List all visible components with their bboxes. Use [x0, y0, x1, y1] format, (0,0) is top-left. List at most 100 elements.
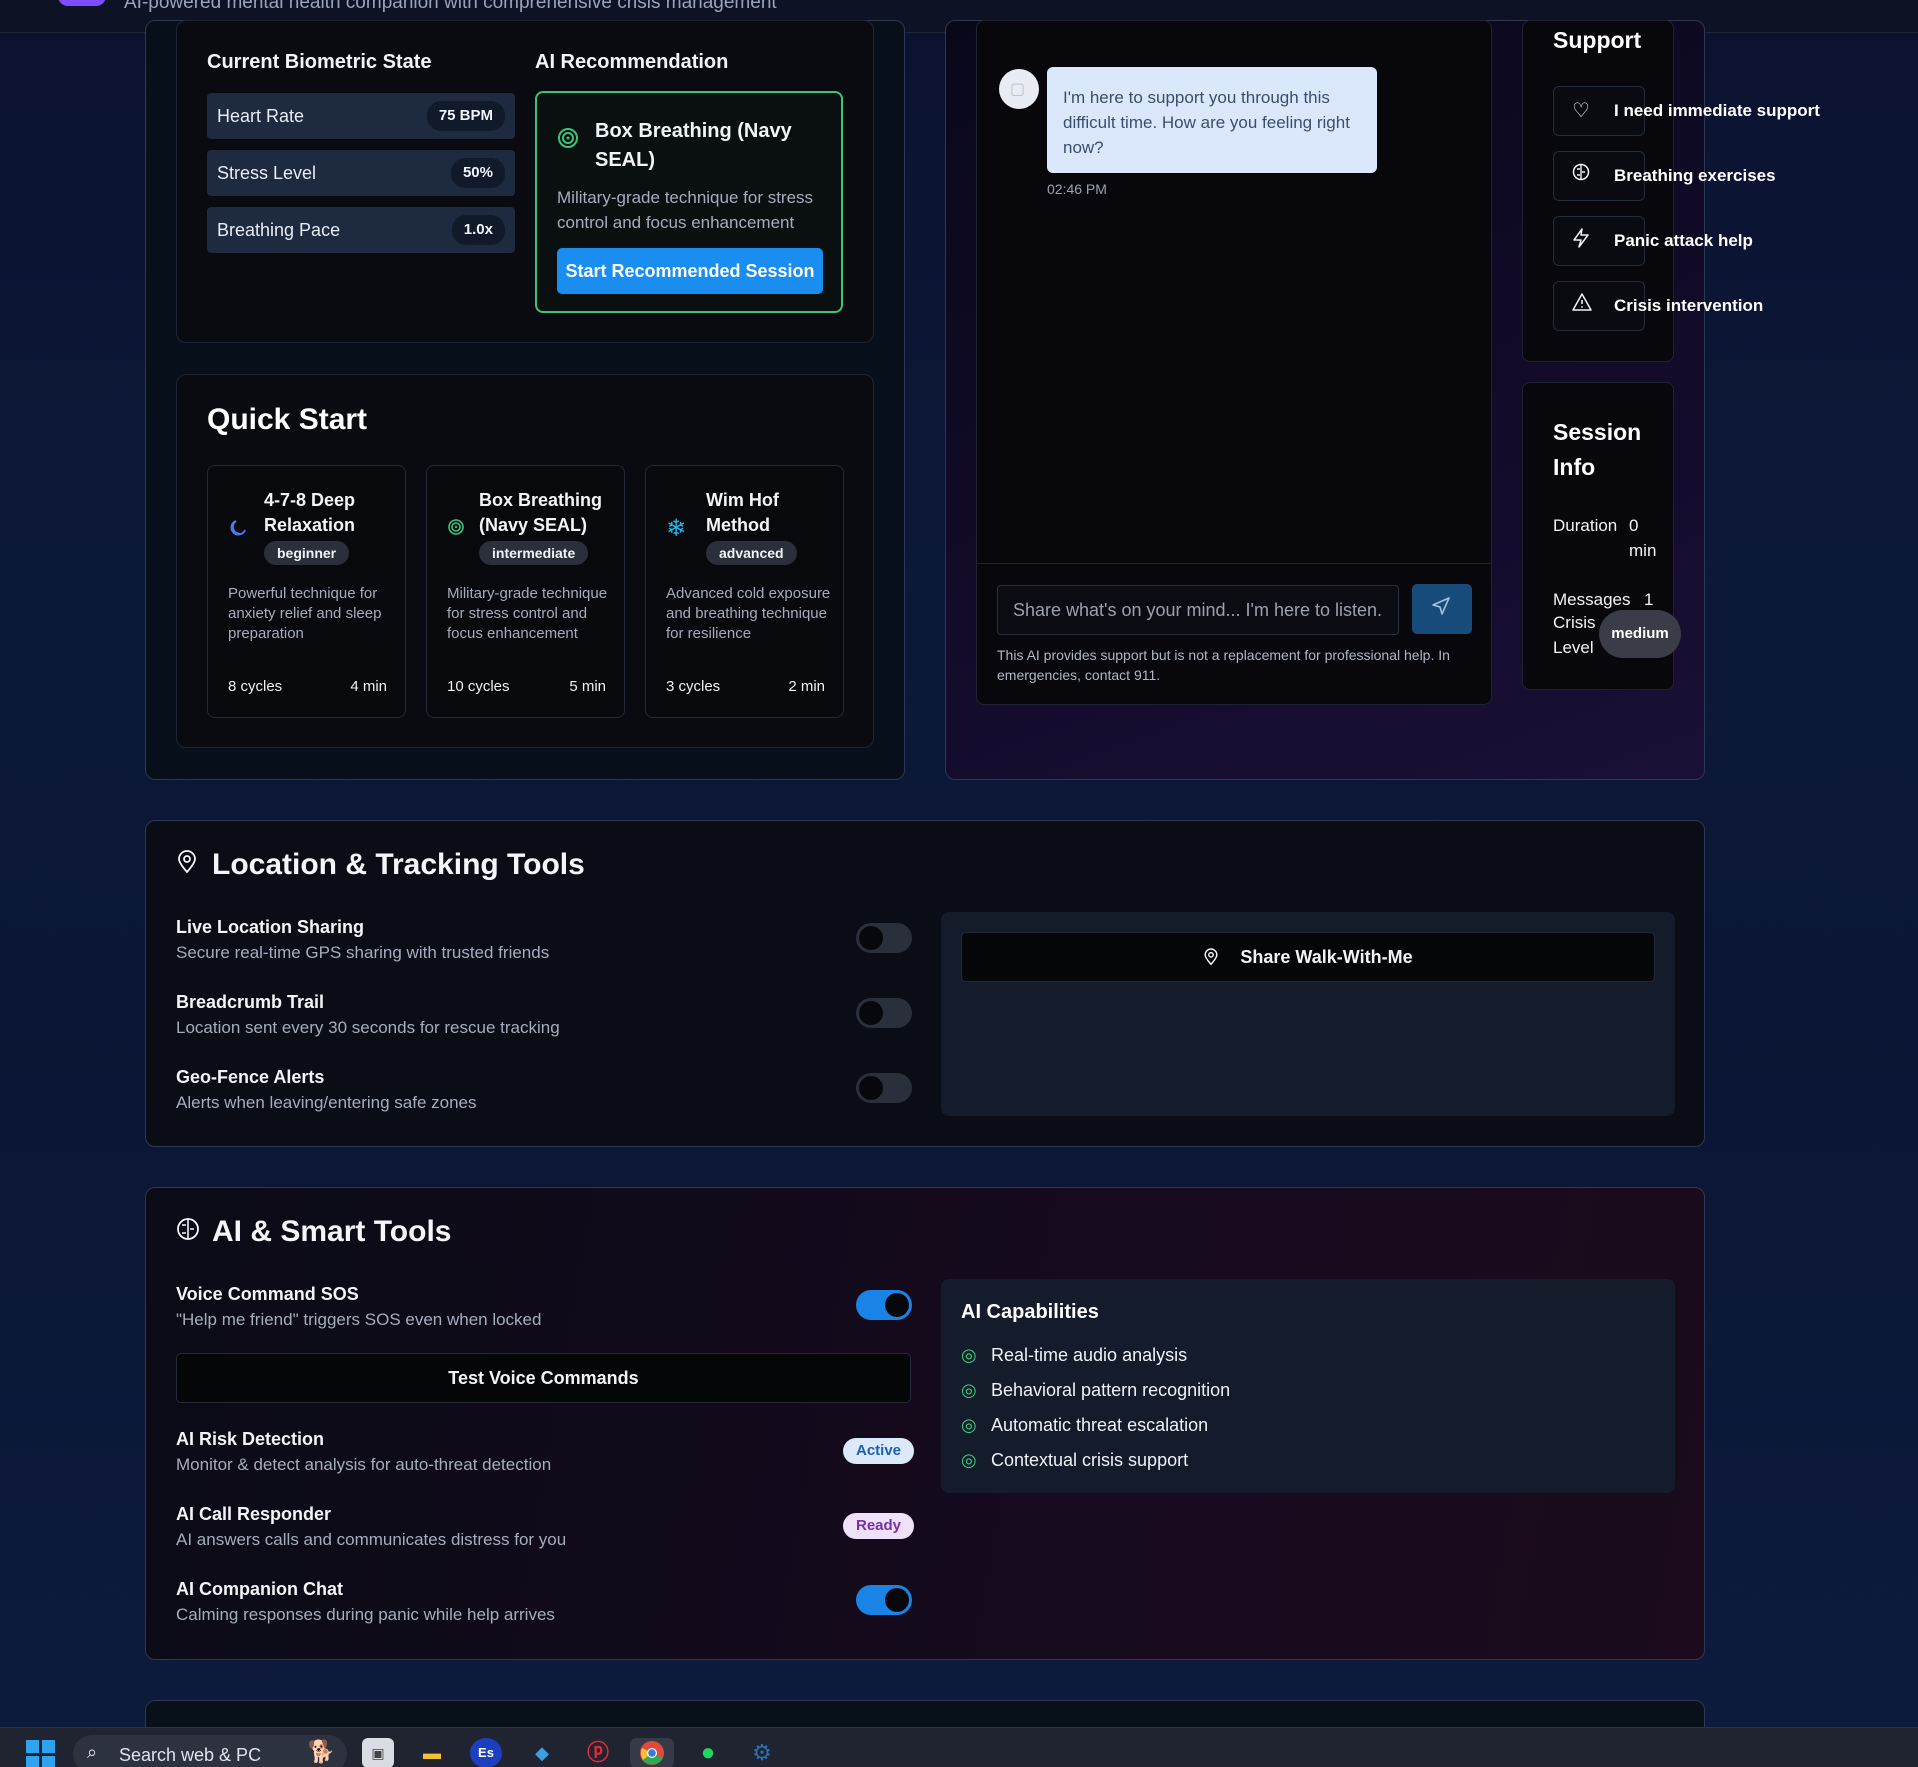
- taskbar: ⌕ Search web & PC 🐕 ▣ ▬ Es ◆ ⓟ ● ⚙: [0, 1727, 1918, 1767]
- session-messages-value: 1: [1644, 590, 1654, 609]
- location-tools-panel: Location & Tracking Tools Live Location …: [145, 820, 1705, 1147]
- map-pin-icon: [176, 850, 212, 881]
- feature-description: Alerts when leaving/entering safe zones: [176, 1093, 477, 1112]
- location-tools-header: Location & Tracking Tools: [176, 848, 585, 882]
- feature-name: Live Location Sharing: [176, 917, 365, 937]
- feature-description: "Help me friend" triggers SOS even when …: [176, 1310, 542, 1329]
- feature-description: Monitor & detect analysis for auto-threa…: [176, 1455, 552, 1474]
- walk-with-me-box: Share Walk-With-Me: [941, 912, 1675, 1116]
- support-option-breathing[interactable]: Breathing exercises: [1553, 151, 1776, 201]
- file-explorer-icon[interactable]: ▬: [416, 1738, 448, 1767]
- steam-icon[interactable]: ⚙: [746, 1738, 778, 1767]
- metric-label: Stress Level: [217, 163, 317, 183]
- duration: 2 min: [788, 678, 825, 695]
- breadcrumb-trail-toggle[interactable]: [856, 998, 912, 1028]
- capability-item: ◎ Behavioral pattern recognition: [961, 1380, 1231, 1400]
- session-messages-label: Messages: [1553, 590, 1631, 609]
- check-circle-icon: ◎: [961, 1345, 977, 1365]
- metric-label: Heart Rate: [217, 106, 305, 126]
- cycles-count: 8 cycles: [228, 678, 283, 695]
- chat-card: ▢ I'm here to support you through this d…: [976, 20, 1492, 705]
- feature-name: AI Call Responder: [176, 1504, 332, 1524]
- feature-breadcrumb-trail: Breadcrumb Trail Location sent every 30 …: [176, 992, 560, 1038]
- quick-start-item-wim-hof[interactable]: ❄ Wim Hof Method advanced Advanced cold …: [645, 465, 844, 718]
- session-crisis-label: Crisis Level: [1553, 613, 1596, 657]
- cycles-count: 3 cycles: [666, 678, 721, 695]
- taskbar-search-label: Search web & PC: [119, 1745, 262, 1765]
- feature-name: Voice Command SOS: [176, 1284, 359, 1304]
- taskbar-search[interactable]: ⌕ Search web & PC 🐕: [73, 1735, 347, 1767]
- session-title: Session Info: [1553, 419, 1642, 480]
- location-tools-title: Location & Tracking Tools: [212, 848, 585, 881]
- map-pin-icon: [1203, 947, 1224, 967]
- target-icon: [447, 518, 465, 542]
- recommendation-box: Box Breathing (Navy SEAL) Military-grade…: [535, 91, 843, 313]
- session-duration-label: Duration: [1553, 516, 1618, 535]
- target-icon: [557, 127, 579, 154]
- metric-value: 1.0x: [451, 215, 505, 245]
- heart-icon: ♡: [1572, 100, 1590, 122]
- feature-name: Breadcrumb Trail: [176, 992, 325, 1012]
- live-location-toggle[interactable]: [856, 923, 912, 953]
- level-badge: beginner: [264, 541, 350, 565]
- spotify-icon[interactable]: ●: [692, 1738, 724, 1767]
- start-recommended-session-button[interactable]: Start Recommended Session: [557, 248, 823, 294]
- test-voice-commands-button[interactable]: Test Voice Commands: [176, 1353, 911, 1403]
- snowflake-icon: ❄: [666, 515, 687, 542]
- app-subtitle: AI-powered mental health companion with …: [124, 0, 777, 13]
- lightning-icon: [1572, 228, 1590, 254]
- quick-start-item-478[interactable]: 4-7-8 Deep Relaxation beginner Powerful …: [207, 465, 406, 718]
- bot-avatar: ▢: [999, 69, 1039, 109]
- technique-description: Powerful technique for anxiety relief an…: [228, 585, 382, 642]
- quick-start-item-box-breathing[interactable]: Box Breathing (Navy SEAL) intermediate M…: [426, 465, 625, 718]
- crisis-level-badge: medium: [1599, 610, 1681, 658]
- chat-divider: [977, 563, 1491, 564]
- cycles-count: 10 cycles: [447, 678, 510, 695]
- warning-icon: [1572, 293, 1592, 317]
- feature-description: Secure real-time GPS sharing with truste…: [176, 943, 550, 962]
- geo-fence-toggle[interactable]: [856, 1073, 912, 1103]
- status-badge-ready: Ready: [843, 1513, 915, 1539]
- kodi-icon[interactable]: ◆: [526, 1738, 558, 1767]
- metric-label: Breathing Pace: [217, 220, 341, 240]
- support-option-panic[interactable]: Panic attack help: [1553, 216, 1753, 266]
- metric-breathing-pace: Breathing Pace 1.0x: [207, 207, 515, 253]
- capability-item: ◎ Contextual crisis support: [961, 1450, 1189, 1470]
- ai-companion-toggle[interactable]: [856, 1585, 912, 1615]
- technique-name: Wim Hof Method: [706, 490, 779, 535]
- duration: 5 min: [569, 678, 606, 695]
- feature-ai-companion-chat: AI Companion Chat Calming responses duri…: [176, 1579, 555, 1625]
- feature-live-location: Live Location Sharing Secure real-time G…: [176, 917, 549, 963]
- send-icon: [1431, 596, 1451, 622]
- feature-ai-risk-detection: AI Risk Detection Monitor & detect analy…: [176, 1429, 551, 1475]
- support-option-label: Crisis intervention: [1614, 296, 1764, 315]
- app-icon[interactable]: Es: [470, 1738, 502, 1767]
- support-option-immediate[interactable]: ♡ I need immediate support: [1553, 86, 1820, 136]
- send-button[interactable]: [1412, 584, 1472, 634]
- support-option-label: I need immediate support: [1614, 101, 1820, 120]
- chrome-icon[interactable]: [630, 1738, 674, 1767]
- brain-icon: [176, 1217, 212, 1248]
- chat-disclaimer: This AI provides support but is not a re…: [997, 647, 1450, 683]
- windows-start-icon[interactable]: [26, 1740, 56, 1767]
- feature-description: AI answers calls and communicates distre…: [176, 1530, 567, 1549]
- chat-input[interactable]: Share what's on your mind... I'm here to…: [997, 585, 1399, 635]
- message-timestamp: 02:46 PM: [1047, 181, 1107, 197]
- technique-description: Advanced cold exposure and breathing tec…: [666, 585, 831, 642]
- bot-icon: ▢: [1010, 81, 1026, 98]
- metric-value: 50%: [450, 158, 505, 188]
- brain-icon: [1572, 163, 1590, 187]
- feature-description: Calming responses during panic while hel…: [176, 1605, 555, 1624]
- task-view-icon[interactable]: ▣: [362, 1738, 394, 1767]
- feature-geo-fence: Geo-Fence Alerts Alerts when leaving/ent…: [176, 1067, 477, 1113]
- support-option-crisis[interactable]: Crisis intervention: [1553, 281, 1763, 331]
- status-badge-active: Active: [843, 1438, 915, 1464]
- technique-name: Box Breathing (Navy SEAL): [479, 490, 603, 535]
- pinterest-icon[interactable]: ⓟ: [582, 1738, 614, 1767]
- ai-tools-title: AI & Smart Tools: [212, 1215, 452, 1248]
- share-walk-with-me-button[interactable]: Share Walk-With-Me: [961, 932, 1655, 982]
- feature-name: Geo-Fence Alerts: [176, 1067, 325, 1087]
- level-badge: advanced: [706, 541, 797, 565]
- share-walk-label: Share Walk-With-Me: [1240, 947, 1413, 967]
- voice-sos-toggle[interactable]: [856, 1290, 912, 1320]
